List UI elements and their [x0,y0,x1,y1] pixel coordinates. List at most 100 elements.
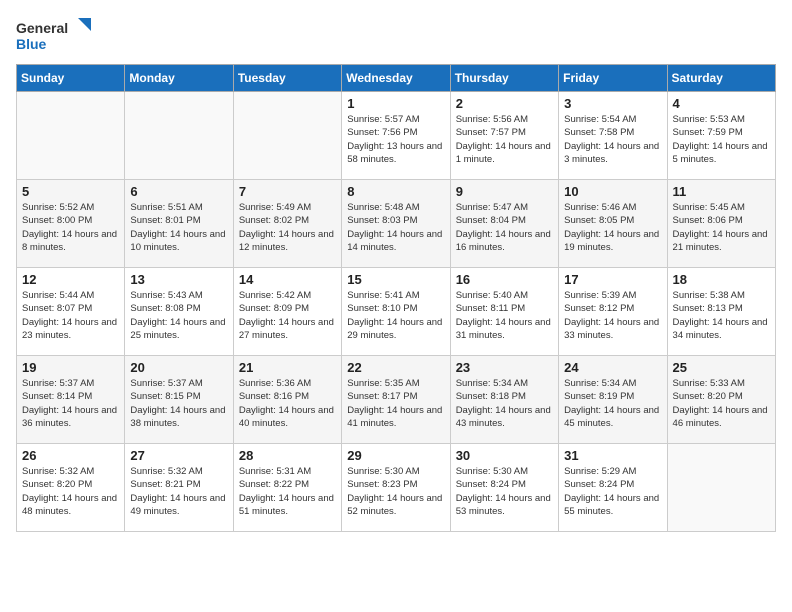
day-number: 18 [673,272,770,287]
calendar-cell: 5 Sunrise: 5:52 AMSunset: 8:00 PMDayligh… [17,180,125,268]
calendar-table: SundayMondayTuesdayWednesdayThursdayFrid… [16,64,776,532]
calendar-cell: 20 Sunrise: 5:37 AMSunset: 8:15 PMDaylig… [125,356,233,444]
calendar-cell: 7 Sunrise: 5:49 AMSunset: 8:02 PMDayligh… [233,180,341,268]
calendar-cell: 12 Sunrise: 5:44 AMSunset: 8:07 PMDaylig… [17,268,125,356]
day-number: 11 [673,184,770,199]
calendar-cell: 2 Sunrise: 5:56 AMSunset: 7:57 PMDayligh… [450,92,558,180]
day-number: 10 [564,184,661,199]
day-number: 4 [673,96,770,111]
day-number: 23 [456,360,553,375]
calendar-cell [233,92,341,180]
calendar-cell: 23 Sunrise: 5:34 AMSunset: 8:18 PMDaylig… [450,356,558,444]
weekday-header-saturday: Saturday [667,65,775,92]
weekday-header-tuesday: Tuesday [233,65,341,92]
day-info: Sunrise: 5:34 AMSunset: 8:18 PMDaylight:… [456,377,553,430]
calendar-cell: 6 Sunrise: 5:51 AMSunset: 8:01 PMDayligh… [125,180,233,268]
calendar-cell [17,92,125,180]
calendar-cell: 19 Sunrise: 5:37 AMSunset: 8:14 PMDaylig… [17,356,125,444]
calendar-cell: 17 Sunrise: 5:39 AMSunset: 8:12 PMDaylig… [559,268,667,356]
calendar-cell: 13 Sunrise: 5:43 AMSunset: 8:08 PMDaylig… [125,268,233,356]
calendar-cell: 30 Sunrise: 5:30 AMSunset: 8:24 PMDaylig… [450,444,558,532]
weekday-header-row: SundayMondayTuesdayWednesdayThursdayFrid… [17,65,776,92]
calendar-cell: 24 Sunrise: 5:34 AMSunset: 8:19 PMDaylig… [559,356,667,444]
calendar-cell: 16 Sunrise: 5:40 AMSunset: 8:11 PMDaylig… [450,268,558,356]
calendar-cell [125,92,233,180]
day-number: 16 [456,272,553,287]
day-info: Sunrise: 5:57 AMSunset: 7:56 PMDaylight:… [347,113,444,166]
day-info: Sunrise: 5:47 AMSunset: 8:04 PMDaylight:… [456,201,553,254]
day-number: 13 [130,272,227,287]
day-info: Sunrise: 5:52 AMSunset: 8:00 PMDaylight:… [22,201,119,254]
day-number: 5 [22,184,119,199]
week-row-1: 1 Sunrise: 5:57 AMSunset: 7:56 PMDayligh… [17,92,776,180]
day-info: Sunrise: 5:44 AMSunset: 8:07 PMDaylight:… [22,289,119,342]
day-number: 17 [564,272,661,287]
day-info: Sunrise: 5:54 AMSunset: 7:58 PMDaylight:… [564,113,661,166]
day-number: 29 [347,448,444,463]
day-number: 31 [564,448,661,463]
day-number: 27 [130,448,227,463]
day-number: 30 [456,448,553,463]
day-info: Sunrise: 5:40 AMSunset: 8:11 PMDaylight:… [456,289,553,342]
day-info: Sunrise: 5:45 AMSunset: 8:06 PMDaylight:… [673,201,770,254]
calendar-cell: 26 Sunrise: 5:32 AMSunset: 8:20 PMDaylig… [17,444,125,532]
day-info: Sunrise: 5:41 AMSunset: 8:10 PMDaylight:… [347,289,444,342]
day-info: Sunrise: 5:33 AMSunset: 8:20 PMDaylight:… [673,377,770,430]
day-number: 7 [239,184,336,199]
day-info: Sunrise: 5:49 AMSunset: 8:02 PMDaylight:… [239,201,336,254]
day-number: 19 [22,360,119,375]
day-info: Sunrise: 5:38 AMSunset: 8:13 PMDaylight:… [673,289,770,342]
week-row-5: 26 Sunrise: 5:32 AMSunset: 8:20 PMDaylig… [17,444,776,532]
calendar-cell: 22 Sunrise: 5:35 AMSunset: 8:17 PMDaylig… [342,356,450,444]
calendar-cell: 9 Sunrise: 5:47 AMSunset: 8:04 PMDayligh… [450,180,558,268]
day-info: Sunrise: 5:56 AMSunset: 7:57 PMDaylight:… [456,113,553,166]
page-header: General Blue [16,16,776,56]
day-info: Sunrise: 5:43 AMSunset: 8:08 PMDaylight:… [130,289,227,342]
week-row-4: 19 Sunrise: 5:37 AMSunset: 8:14 PMDaylig… [17,356,776,444]
calendar-cell: 14 Sunrise: 5:42 AMSunset: 8:09 PMDaylig… [233,268,341,356]
week-row-2: 5 Sunrise: 5:52 AMSunset: 8:00 PMDayligh… [17,180,776,268]
logo-svg: General Blue [16,16,96,56]
calendar-cell: 27 Sunrise: 5:32 AMSunset: 8:21 PMDaylig… [125,444,233,532]
day-info: Sunrise: 5:32 AMSunset: 8:21 PMDaylight:… [130,465,227,518]
day-number: 25 [673,360,770,375]
day-number: 8 [347,184,444,199]
calendar-cell: 18 Sunrise: 5:38 AMSunset: 8:13 PMDaylig… [667,268,775,356]
day-number: 12 [22,272,119,287]
week-row-3: 12 Sunrise: 5:44 AMSunset: 8:07 PMDaylig… [17,268,776,356]
weekday-header-monday: Monday [125,65,233,92]
day-number: 1 [347,96,444,111]
day-info: Sunrise: 5:32 AMSunset: 8:20 PMDaylight:… [22,465,119,518]
weekday-header-friday: Friday [559,65,667,92]
day-info: Sunrise: 5:31 AMSunset: 8:22 PMDaylight:… [239,465,336,518]
weekday-header-thursday: Thursday [450,65,558,92]
day-number: 20 [130,360,227,375]
day-info: Sunrise: 5:30 AMSunset: 8:24 PMDaylight:… [456,465,553,518]
day-number: 9 [456,184,553,199]
day-number: 28 [239,448,336,463]
calendar-cell: 29 Sunrise: 5:30 AMSunset: 8:23 PMDaylig… [342,444,450,532]
calendar-cell: 10 Sunrise: 5:46 AMSunset: 8:05 PMDaylig… [559,180,667,268]
svg-text:Blue: Blue [16,36,47,52]
day-info: Sunrise: 5:29 AMSunset: 8:24 PMDaylight:… [564,465,661,518]
day-number: 14 [239,272,336,287]
calendar-cell: 21 Sunrise: 5:36 AMSunset: 8:16 PMDaylig… [233,356,341,444]
calendar-cell: 3 Sunrise: 5:54 AMSunset: 7:58 PMDayligh… [559,92,667,180]
calendar-cell: 4 Sunrise: 5:53 AMSunset: 7:59 PMDayligh… [667,92,775,180]
calendar-cell: 31 Sunrise: 5:29 AMSunset: 8:24 PMDaylig… [559,444,667,532]
day-number: 6 [130,184,227,199]
calendar-cell: 25 Sunrise: 5:33 AMSunset: 8:20 PMDaylig… [667,356,775,444]
weekday-header-wednesday: Wednesday [342,65,450,92]
calendar-cell: 1 Sunrise: 5:57 AMSunset: 7:56 PMDayligh… [342,92,450,180]
day-info: Sunrise: 5:53 AMSunset: 7:59 PMDaylight:… [673,113,770,166]
svg-text:General: General [16,20,68,36]
day-info: Sunrise: 5:30 AMSunset: 8:23 PMDaylight:… [347,465,444,518]
day-info: Sunrise: 5:48 AMSunset: 8:03 PMDaylight:… [347,201,444,254]
logo: General Blue [16,16,96,56]
day-info: Sunrise: 5:37 AMSunset: 8:15 PMDaylight:… [130,377,227,430]
day-info: Sunrise: 5:35 AMSunset: 8:17 PMDaylight:… [347,377,444,430]
day-info: Sunrise: 5:42 AMSunset: 8:09 PMDaylight:… [239,289,336,342]
day-number: 21 [239,360,336,375]
weekday-header-sunday: Sunday [17,65,125,92]
day-number: 2 [456,96,553,111]
